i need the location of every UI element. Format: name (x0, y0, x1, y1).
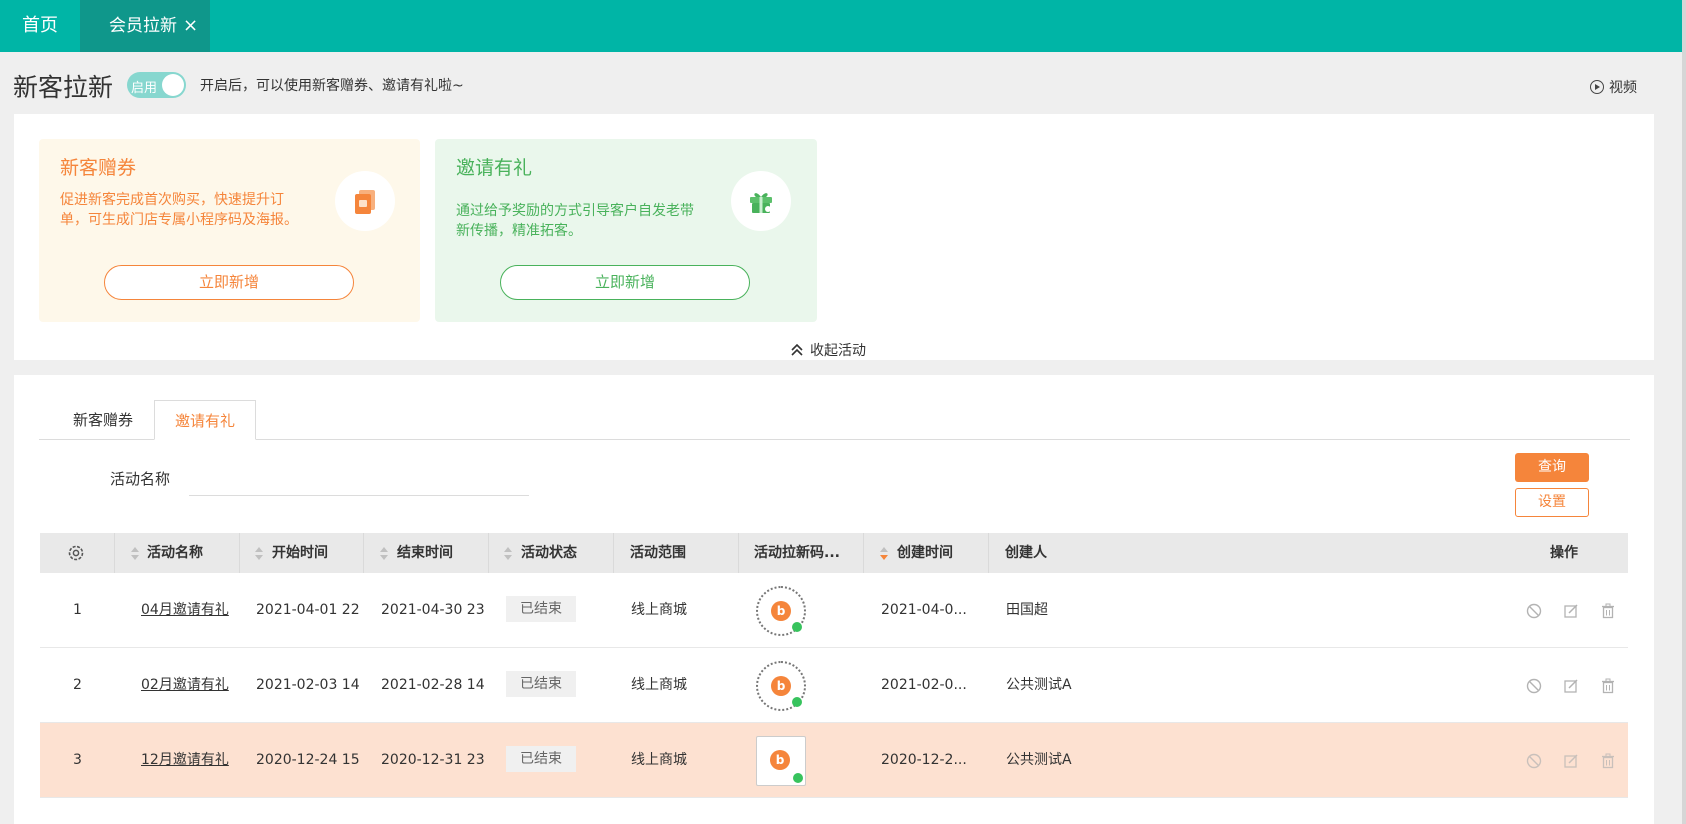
table-header: 活动名称 开始时间 结束时间 活动状态 活动范围 活动拉新码... 创建时间 创… (40, 533, 1628, 573)
sort-desc-icon[interactable] (879, 547, 889, 561)
column-divider (239, 533, 240, 573)
coupon-add-button[interactable]: 立即新增 (104, 265, 354, 300)
activity-name-link[interactable]: 12月邀请有礼 (141, 723, 235, 798)
column-divider (988, 533, 989, 573)
edit-icon[interactable] (1563, 678, 1579, 694)
qrcode-thumbnail[interactable]: b (756, 736, 806, 786)
sort-icon[interactable] (379, 547, 389, 561)
activity-name-link[interactable]: 02月邀请有礼 (141, 648, 235, 723)
col-status: 活动状态 (521, 545, 577, 561)
table-row[interactable]: 1 04月邀请有礼 2021-04-01 22: 2021-04-30 23: … (40, 573, 1628, 648)
activity-name-link[interactable]: 04月邀请有礼 (141, 573, 235, 648)
end-time: 2021-04-30 23: (381, 602, 484, 618)
invite-card: 邀请有礼 通过给予奖励的方式引导客户自发老带新传播，精准拓客。 立即新增 (435, 139, 817, 322)
start-time: 2021-04-01 22: (256, 602, 359, 618)
column-divider (863, 533, 864, 573)
tab-new-customer-coupon[interactable]: 新客赠券 (55, 400, 151, 440)
activity-scope: 线上商城 (631, 602, 687, 618)
filter-label: 活动名称 (110, 470, 171, 488)
status-badge: 已结束 (506, 671, 576, 697)
invite-card-desc: 通过给予奖励的方式引导客户自发老带新传播，精准拓客。 (456, 203, 694, 239)
disable-icon[interactable] (1526, 603, 1542, 619)
qrcode-thumbnail[interactable]: b (756, 586, 806, 636)
gift-icon (731, 171, 791, 231)
video-link[interactable]: 视频 (1590, 77, 1637, 97)
invite-add-button[interactable]: 立即新增 (500, 265, 750, 300)
start-time: 2021-02-03 14: (256, 677, 359, 693)
column-divider (738, 533, 739, 573)
status-badge: 已结束 (506, 746, 576, 772)
col-activity-name: 活动名称 (147, 545, 203, 561)
table-row[interactable]: 2 02月邀请有礼 2021-02-03 14: 2021-02-28 14: … (40, 648, 1628, 723)
column-divider (488, 533, 489, 573)
column-divider (613, 533, 614, 573)
status-badge: 已结束 (506, 596, 576, 622)
row-index: 3 (73, 752, 82, 768)
tab-invite-gift[interactable]: 邀请有礼 (154, 400, 256, 440)
disable-icon[interactable] (1526, 753, 1542, 769)
coupon-card-desc: 促进新客完成首次购买，快速提升订单，可生成门店专属小程序码及海报。 (60, 192, 298, 228)
page-title: 新客拉新 (13, 73, 114, 102)
coupon-card-title: 新客赠券 (60, 157, 137, 179)
row-index: 2 (73, 677, 82, 693)
sort-icon[interactable] (130, 547, 140, 561)
collapse-label: 收起活动 (810, 343, 866, 359)
coupon-icon (335, 171, 395, 231)
col-start-time: 开始时间 (272, 545, 328, 561)
qrcode-thumbnail[interactable]: b (756, 661, 806, 711)
enable-toggle[interactable]: 启用 (127, 72, 186, 98)
end-time: 2021-02-28 14: (381, 677, 484, 693)
row-index: 1 (73, 602, 82, 618)
end-time: 2020-12-31 23: (381, 752, 484, 768)
top-nav-bar: 首页 会员拉新 × (0, 0, 1686, 52)
creator: 田国超 (1006, 602, 1048, 618)
sort-icon[interactable] (254, 547, 264, 561)
toggle-knob (162, 74, 184, 96)
scrollbar-track[interactable] (1682, 0, 1686, 824)
column-divider (363, 533, 364, 573)
delete-icon[interactable] (1600, 678, 1616, 694)
edit-icon[interactable] (1563, 753, 1579, 769)
start-time: 2020-12-24 15: (256, 752, 359, 768)
tabs-divider (39, 439, 1630, 440)
table-row[interactable]: 3 12月邀请有礼 2020-12-24 15: 2020-12-31 23: … (40, 723, 1628, 798)
col-end-time: 结束时间 (397, 545, 453, 561)
collapse-activities-button[interactable]: 收起活动 (790, 340, 866, 360)
creator: 公共测试A (1006, 677, 1072, 693)
video-label: 视频 (1609, 80, 1637, 96)
toggle-label: 启用 (131, 81, 158, 96)
delete-icon[interactable] (1600, 753, 1616, 769)
col-created-time: 创建时间 (897, 545, 953, 561)
toggle-hint: 开启后，可以使用新客赠券、邀请有礼啦~ (200, 78, 464, 94)
disable-icon[interactable] (1526, 678, 1542, 694)
activity-scope: 线上商城 (631, 677, 687, 693)
column-divider (114, 533, 115, 573)
delete-icon[interactable] (1600, 603, 1616, 619)
created-time: 2020-12-2... (881, 752, 967, 768)
query-button[interactable]: 查询 (1515, 453, 1589, 482)
activity-name-input[interactable] (189, 466, 529, 496)
invite-card-title: 邀请有礼 (456, 157, 533, 179)
activity-scope: 线上商城 (631, 752, 687, 768)
column-settings-icon[interactable] (67, 544, 85, 562)
double-chevron-up-icon (791, 344, 803, 356)
edit-icon[interactable] (1563, 603, 1579, 619)
tab-label: 会员拉新 (109, 16, 177, 36)
sort-icon[interactable] (503, 547, 513, 561)
tab-home[interactable]: 首页 (0, 0, 80, 52)
created-time: 2021-04-0... (881, 602, 967, 618)
close-icon[interactable]: × (183, 15, 198, 36)
created-time: 2021-02-0... (881, 677, 967, 693)
play-circle-icon (1590, 80, 1604, 94)
col-actions: 操作 (1550, 545, 1578, 561)
settings-button[interactable]: 设置 (1515, 488, 1589, 517)
coupon-card: 新客赠券 促进新客完成首次购买，快速提升订单，可生成门店专属小程序码及海报。 立… (39, 139, 420, 322)
col-scope: 活动范围 (630, 545, 686, 561)
tab-member-acquisition[interactable]: 会员拉新 × (80, 0, 210, 52)
col-qrcode: 活动拉新码... (754, 545, 840, 561)
creator: 公共测试A (1006, 752, 1072, 768)
col-creator: 创建人 (1005, 545, 1047, 561)
